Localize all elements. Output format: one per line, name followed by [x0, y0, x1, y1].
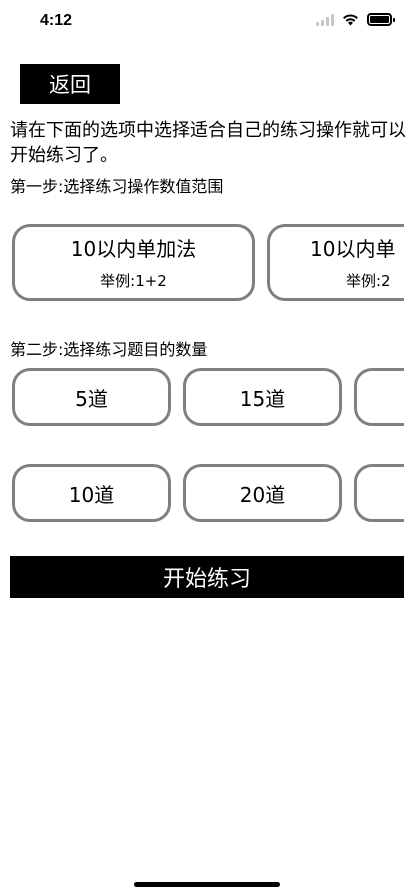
- intro-text: 请在下面的选项中选择适合自己的练习操作就可以开始练习了。: [10, 120, 406, 166]
- count-row-1-scroll[interactable]: 5道 15道: [0, 366, 404, 430]
- range-options-scroll[interactable]: 10以内单加法 举例:1+2 10以内单 举例:2: [0, 222, 404, 306]
- status-bar: 4:12: [0, 0, 414, 44]
- range-option-card[interactable]: 10以内单加法 举例:1+2: [12, 224, 255, 301]
- wifi-icon: [343, 14, 358, 26]
- status-icons: [316, 13, 395, 26]
- count-option-button[interactable]: 5道: [12, 368, 171, 426]
- count-option-button[interactable]: 15道: [183, 368, 342, 426]
- back-button[interactable]: 返回: [20, 64, 120, 104]
- range-option-title: 10以内单: [310, 237, 396, 261]
- count-row-2-scroll[interactable]: 10道 20道: [0, 462, 404, 526]
- count-option-button[interactable]: [354, 368, 404, 426]
- start-practice-button[interactable]: 开始练习: [10, 556, 404, 598]
- step1-label: 第一步:选择练习操作数值范围: [10, 177, 224, 196]
- home-indicator[interactable]: [134, 882, 280, 887]
- battery-icon: [367, 13, 395, 26]
- range-option-card[interactable]: 10以内单 举例:2: [267, 224, 404, 301]
- cellular-signal-icon: [316, 13, 334, 26]
- count-option-button[interactable]: 10道: [12, 464, 171, 522]
- count-option-button[interactable]: 20道: [183, 464, 342, 522]
- step2-label: 第二步:选择练习题目的数量: [10, 340, 208, 359]
- range-option-example: 举例:1+2: [100, 272, 167, 290]
- range-option-example: 举例:2: [346, 272, 391, 290]
- range-option-title: 10以内单加法: [70, 237, 197, 261]
- status-time: 4:12: [40, 12, 73, 29]
- count-option-button[interactable]: [354, 464, 404, 522]
